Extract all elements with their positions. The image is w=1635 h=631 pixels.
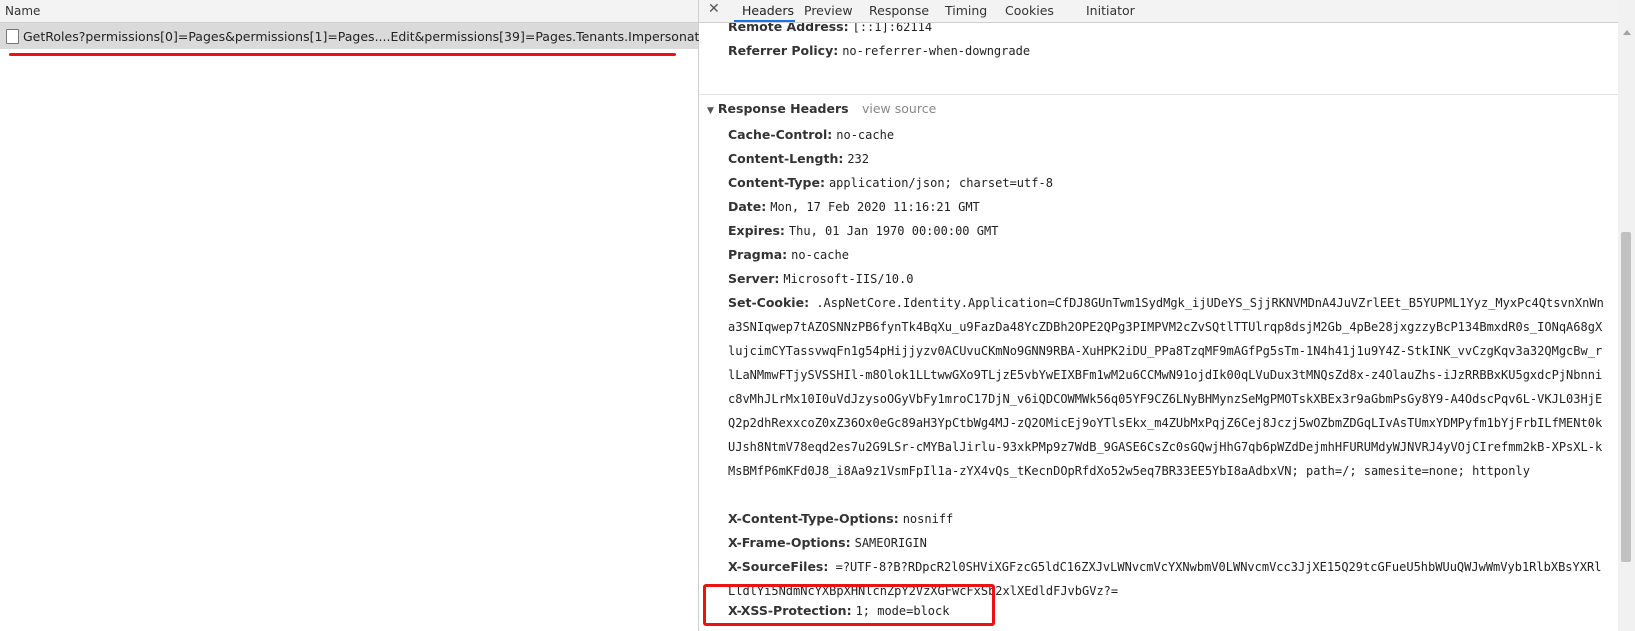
header-value: Mon, 17 Feb 2020 11:16:21 GMT bbox=[770, 200, 980, 214]
red-underline-annotation bbox=[9, 53, 676, 56]
header-row-set-cookie: Set-Cookie: .AspNetCore.Identity.Applica… bbox=[728, 291, 1608, 507]
header-row-referrer-policy: Referrer Policy: no-referrer-when-downgr… bbox=[728, 43, 1030, 58]
header-value: SAMEORIGIN bbox=[854, 536, 927, 550]
header-name: X-Frame-Options: bbox=[728, 535, 851, 550]
network-request-list: Name GetRoles?permissions[0]=Pages&permi… bbox=[0, 0, 718, 631]
section-divider bbox=[699, 94, 1619, 95]
scroll-up-arrow-icon[interactable] bbox=[1623, 30, 1631, 35]
header-value: no-referrer-when-downgrade bbox=[842, 44, 1031, 58]
name-column-header[interactable]: Name bbox=[0, 0, 698, 23]
header-name: Server: bbox=[728, 271, 780, 286]
tab-initiator[interactable]: Initiator bbox=[1086, 3, 1135, 18]
header-name: X-SourceFiles: bbox=[728, 559, 829, 574]
section-title: Response Headers bbox=[717, 101, 849, 116]
details-tab-bar: ✕ Headers Preview Response Timing Cookie… bbox=[699, 0, 1635, 23]
header-row-content-length: Content-Length: 232 bbox=[728, 151, 869, 166]
tab-timing[interactable]: Timing bbox=[945, 3, 987, 18]
name-column-label: Name bbox=[5, 4, 41, 18]
header-name: Expires: bbox=[728, 223, 785, 238]
header-value: no-cache bbox=[791, 248, 849, 262]
red-highlight-box-annotation bbox=[703, 584, 995, 626]
header-name: Set-Cookie: bbox=[728, 295, 810, 310]
scrollbar-thumb[interactable] bbox=[1621, 232, 1631, 562]
request-row[interactable]: GetRoles?permissions[0]=Pages&permission… bbox=[0, 23, 718, 49]
close-icon[interactable]: ✕ bbox=[708, 1, 720, 17]
header-row-expires: Expires: Thu, 01 Jan 1970 00:00:00 GMT bbox=[728, 223, 998, 238]
header-row-x-frame-options: X-Frame-Options: SAMEORIGIN bbox=[728, 535, 927, 550]
tab-response[interactable]: Response bbox=[869, 3, 929, 18]
header-name: Date: bbox=[728, 199, 767, 214]
triangle-down-icon: ▼ bbox=[707, 106, 714, 116]
header-value: Microsoft-IIS/10.0 bbox=[783, 272, 914, 286]
header-value: .AspNetCore.Identity.Application=CfDJ8GU… bbox=[728, 296, 1604, 478]
header-value: [::1]:62114 bbox=[852, 23, 933, 34]
header-value: application/json; charset=utf-8 bbox=[828, 176, 1053, 190]
document-icon bbox=[6, 29, 19, 44]
header-value: no-cache bbox=[836, 128, 895, 142]
header-row-content-type: Content-Type: application/json; charset=… bbox=[728, 175, 1053, 190]
tab-preview[interactable]: Preview bbox=[804, 3, 853, 18]
header-row-x-content-type-options: X-Content-Type-Options: nosniff bbox=[728, 511, 953, 526]
headers-content: Remote Address: [::1]:62114 Referrer Pol… bbox=[699, 23, 1619, 631]
header-value: 232 bbox=[847, 152, 870, 166]
header-name: Cache-Control: bbox=[728, 127, 833, 142]
header-name: Content-Length: bbox=[728, 151, 844, 166]
header-value: Thu, 01 Jan 1970 00:00:00 GMT bbox=[788, 224, 999, 238]
request-details-panel: ✕ Headers Preview Response Timing Cookie… bbox=[699, 0, 1635, 631]
header-value: nosniff bbox=[902, 512, 954, 526]
response-headers-section-toggle[interactable]: ▼ Response Headers bbox=[707, 101, 849, 116]
tab-cookies[interactable]: Cookies bbox=[1005, 3, 1054, 18]
header-row-pragma: Pragma: no-cache bbox=[728, 247, 849, 262]
header-name: Pragma: bbox=[728, 247, 788, 262]
header-row-cache-control: Cache-Control: no-cache bbox=[728, 127, 894, 142]
tab-headers[interactable]: Headers bbox=[742, 3, 794, 18]
header-name: Referrer Policy: bbox=[728, 43, 839, 58]
header-row-server: Server: Microsoft-IIS/10.0 bbox=[728, 271, 913, 286]
header-row-date: Date: Mon, 17 Feb 2020 11:16:21 GMT bbox=[728, 199, 980, 214]
request-name[interactable]: GetRoles?permissions[0]=Pages&permission… bbox=[23, 29, 718, 44]
header-row-remote-address: Remote Address: [::1]:62114 bbox=[728, 23, 932, 34]
header-name: Content-Type: bbox=[728, 175, 825, 190]
active-tab-indicator bbox=[734, 20, 795, 22]
view-source-link[interactable]: view source bbox=[862, 101, 936, 116]
header-name: X-Content-Type-Options: bbox=[728, 511, 899, 526]
header-name: Remote Address: bbox=[728, 23, 849, 34]
